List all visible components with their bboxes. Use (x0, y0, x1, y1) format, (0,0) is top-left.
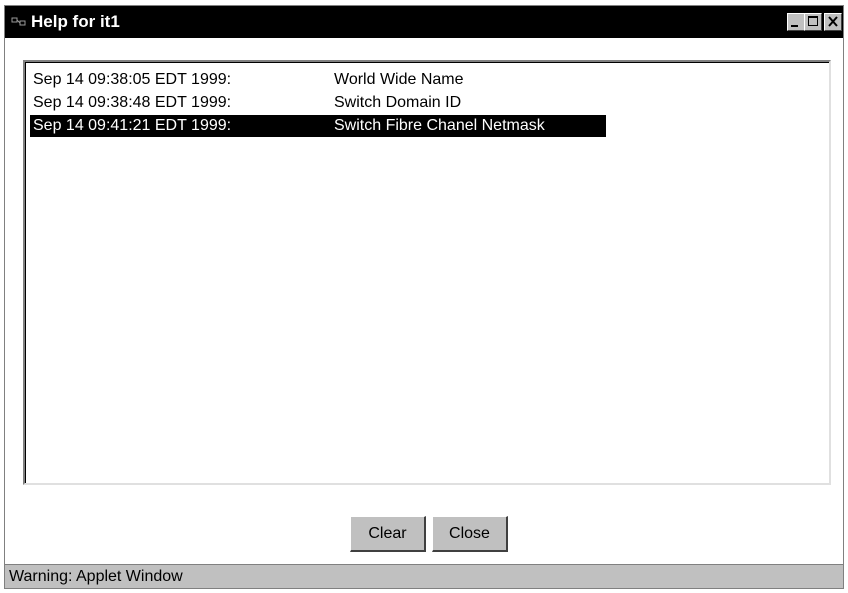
help-window: Help for it1 Sep 14 09:38:05 EDT 1999: W… (4, 5, 844, 589)
close-window-button[interactable] (824, 13, 842, 31)
entry-topic: Switch Fibre Chanel Netmask (334, 117, 545, 134)
list-item-selected[interactable]: Sep 14 09:41:21 EDT 1999: Switch Fibre C… (30, 115, 606, 137)
entry-topic: Switch Domain ID (334, 94, 462, 111)
app-icon (11, 15, 27, 29)
maximize-icon (808, 16, 818, 26)
title-bar[interactable]: Help for it1 (5, 6, 843, 38)
list-item[interactable]: Sep 14 09:38:05 EDT 1999: World Wide Nam… (30, 69, 464, 91)
entry-timestamp: Sep 14 09:41:21 EDT 1999: (33, 117, 232, 134)
status-text: Warning: Applet Window (9, 568, 183, 585)
minimize-button[interactable] (787, 13, 805, 31)
entry-topic: World Wide Name (334, 71, 464, 88)
help-log-list[interactable]: Sep 14 09:38:05 EDT 1999: World Wide Nam… (23, 60, 831, 485)
help-log-list-inner: Sep 14 09:38:05 EDT 1999: World Wide Nam… (25, 62, 829, 483)
window-title: Help for it1 (31, 12, 120, 31)
maximize-button[interactable] (804, 13, 822, 31)
close-icon (828, 16, 838, 27)
entry-timestamp: Sep 14 09:38:05 EDT 1999: (33, 71, 232, 88)
status-bar: Warning: Applet Window (5, 564, 843, 588)
entry-timestamp: Sep 14 09:38:48 EDT 1999: (33, 94, 232, 111)
close-button[interactable]: Close (432, 516, 508, 552)
list-item[interactable]: Sep 14 09:38:48 EDT 1999: Switch Domain … (30, 92, 461, 114)
clear-button[interactable]: Clear (350, 516, 426, 552)
minimize-icon (791, 25, 798, 27)
